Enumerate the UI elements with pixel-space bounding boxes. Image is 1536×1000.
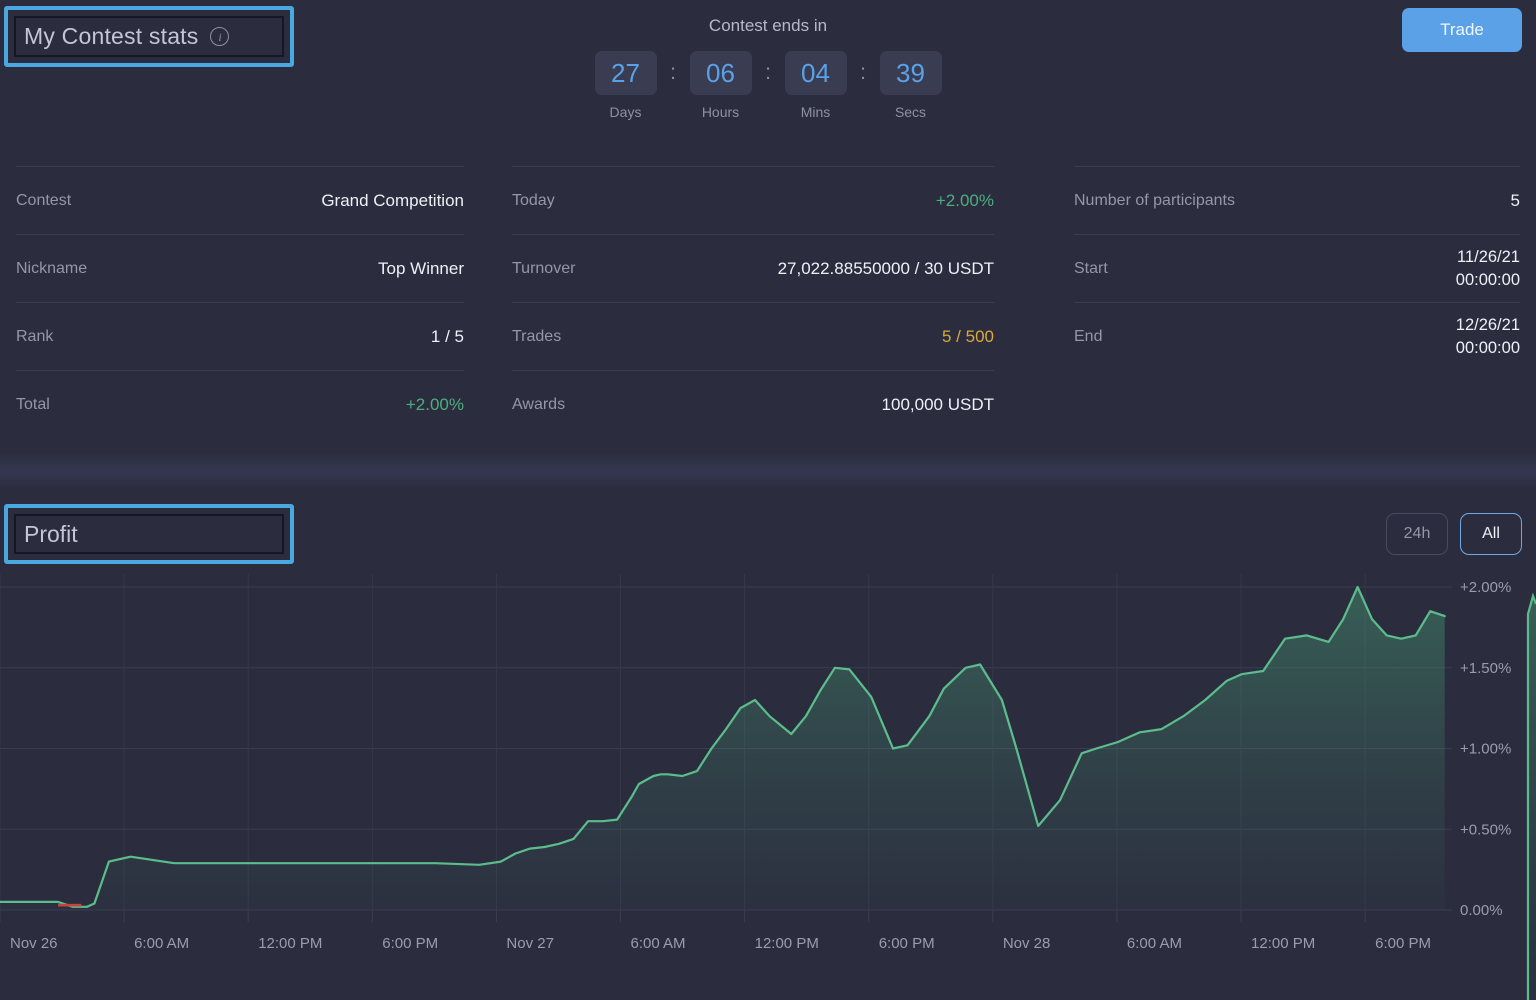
section-divider-band [0, 452, 1536, 488]
stat-value-start-date: 11/26/21 [1456, 248, 1520, 267]
stat-value-turnover: 27,022.88550000 / 30 USDT [777, 258, 994, 278]
stat-row-contest: Contest Grand Competition [16, 166, 464, 234]
stat-value-rank: 1 / 5 [430, 326, 464, 346]
stat-label-nickname: Nickname [16, 259, 88, 277]
range-button-all[interactable]: All [1460, 513, 1522, 555]
countdown-separator-3: : [860, 61, 866, 84]
stat-label-contest: Contest [16, 191, 72, 209]
stat-value-start: 11/26/21 00:00:00 [1456, 246, 1520, 291]
stat-row-rank: Rank 1 / 5 [16, 302, 464, 370]
stat-label-rank: Rank [16, 327, 54, 345]
countdown-days-value: 27 [594, 51, 657, 95]
stat-label-awards: Awards [512, 395, 566, 413]
stat-row-turnover: Turnover 27,022.88550000 / 30 USDT [512, 234, 994, 302]
stat-value-participants: 5 [1510, 190, 1520, 210]
svg-text:Nov 28: Nov 28 [1003, 935, 1051, 952]
countdown-unit-mins: 04 Mins [784, 51, 847, 120]
stat-row-trades: Trades 5 / 500 [512, 302, 994, 370]
profit-panel: Profit 24h All +2.00% +1.50% +1.00% +0.50% 0… [0, 488, 1536, 1000]
countdown-label: Contest ends in [708, 16, 828, 35]
svg-text:+0.50%: +0.50% [1460, 821, 1511, 838]
page-title: My Contest stats [24, 23, 199, 49]
countdown-days-label: Days [609, 104, 642, 120]
svg-text:6:00 AM: 6:00 AM [134, 935, 189, 952]
svg-text:+1.00%: +1.00% [1460, 741, 1511, 758]
countdown-separator-1: : [670, 61, 676, 84]
contest-stats-panel: My Contest stats i Contest ends in 27 Da… [0, 0, 1536, 470]
svg-text:+1.50%: +1.50% [1460, 660, 1511, 677]
page-title-container: My Contest stats i [14, 16, 284, 57]
stat-row-awards: Awards 100,000 USDT [512, 370, 994, 438]
stat-row-end: End 12/26/21 00:00:00 [1074, 302, 1520, 370]
countdown-mins-label: Mins [800, 104, 831, 120]
stat-label-end: End [1074, 327, 1103, 345]
stat-value-start-time: 00:00:00 [1455, 270, 1520, 289]
profit-chart[interactable]: +2.00% +1.50% +1.00% +0.50% 0.00% Nov 26 6:00… [0, 574, 1536, 1000]
profit-title: Profit [24, 520, 78, 547]
countdown-secs-value: 39 [879, 51, 942, 95]
chart-range-toggle: 24h All [1386, 513, 1522, 555]
stat-value-end-time: 00:00:00 [1455, 338, 1520, 357]
stat-columns: Contest Grand Competition Nickname Top W… [0, 166, 1536, 446]
stat-value-end: 12/26/21 00:00:00 [1456, 314, 1520, 359]
range-button-24h[interactable]: 24h [1386, 513, 1448, 555]
svg-text:6:00 PM: 6:00 PM [382, 935, 438, 952]
countdown-unit-days: 27 Days [594, 51, 657, 120]
stat-column-performance: Today +2.00% Turnover 27,022.88550000 / … [480, 166, 1010, 446]
stat-label-turnover: Turnover [512, 259, 576, 277]
stat-label-start: Start [1074, 259, 1108, 277]
stat-value-contest: Grand Competition [321, 190, 464, 210]
svg-text:0.00%: 0.00% [1460, 902, 1503, 919]
stat-column-contest: Contest Grand Competition Nickname Top W… [0, 166, 480, 446]
page-title-highlight: My Contest stats i [4, 6, 294, 67]
svg-text:6:00 AM: 6:00 AM [1127, 935, 1182, 952]
stat-label-participants: Number of participants [1074, 191, 1235, 209]
stat-value-nickname: Top Winner [378, 258, 464, 278]
svg-text:Nov 27: Nov 27 [506, 935, 554, 952]
stat-value-today: +2.00% [935, 190, 994, 210]
svg-text:6:00 AM: 6:00 AM [631, 935, 686, 952]
svg-text:Nov 26: Nov 26 [10, 935, 58, 952]
stat-row-participants: Number of participants 5 [1074, 166, 1520, 234]
svg-text:6:00 PM: 6:00 PM [879, 935, 935, 952]
stat-row-nickname: Nickname Top Winner [16, 234, 464, 302]
svg-text:+2.00%: +2.00% [1460, 579, 1511, 596]
chart-y-axis-labels: +2.00% +1.50% +1.00% +0.50% 0.00% [1460, 579, 1511, 919]
countdown-mins-value: 04 [784, 51, 847, 95]
svg-text:12:00 PM: 12:00 PM [755, 935, 819, 952]
profit-chart-svg: +2.00% +1.50% +1.00% +0.50% 0.00% Nov 26 6:00… [0, 574, 1536, 1000]
stat-row-today: Today +2.00% [512, 166, 994, 234]
stat-row-start: Start 11/26/21 00:00:00 [1074, 234, 1520, 302]
stat-value-end-date: 12/26/21 [1455, 316, 1520, 335]
stat-value-awards: 100,000 USDT [881, 394, 994, 414]
svg-text:12:00 PM: 12:00 PM [1251, 935, 1315, 952]
countdown-separator-2: : [765, 61, 771, 84]
stat-value-total: +2.00% [405, 394, 464, 414]
countdown-secs-label: Secs [894, 104, 927, 120]
stat-column-schedule: Number of participants 5 Start 11/26/21 … [1010, 166, 1536, 446]
stat-row-total: Total +2.00% [16, 370, 464, 438]
svg-text:12:00 PM: 12:00 PM [258, 935, 322, 952]
chart-next-segment-preview [1526, 592, 1536, 1000]
profit-title-highlight: Profit [4, 504, 294, 564]
countdown-unit-secs: 39 Secs [879, 51, 942, 120]
countdown-hours-label: Hours [701, 104, 740, 120]
trade-button[interactable]: Trade [1402, 8, 1522, 52]
countdown-hours-value: 06 [689, 51, 752, 95]
countdown-timer: Contest ends in 27 Days : 06 Hours : 04 … [548, 16, 988, 120]
svg-text:6:00 PM: 6:00 PM [1375, 935, 1431, 952]
countdown-unit-hours: 06 Hours [689, 51, 752, 120]
chart-x-axis-labels: Nov 26 6:00 AM 12:00 PM 6:00 PM Nov 27 6:00 A… [0, 910, 1431, 952]
info-icon[interactable]: i [210, 27, 230, 46]
stat-label-trades: Trades [512, 327, 562, 345]
countdown-units: 27 Days : 06 Hours : 04 Mins : 39 Secs [594, 51, 942, 120]
profit-title-container: Profit [14, 514, 284, 554]
panel-header: My Contest stats i Contest ends in 27 Da… [0, 0, 1536, 160]
stat-value-trades: 5 / 500 [942, 326, 994, 346]
stat-label-today: Today [512, 191, 555, 209]
stat-label-total: Total [16, 395, 50, 413]
